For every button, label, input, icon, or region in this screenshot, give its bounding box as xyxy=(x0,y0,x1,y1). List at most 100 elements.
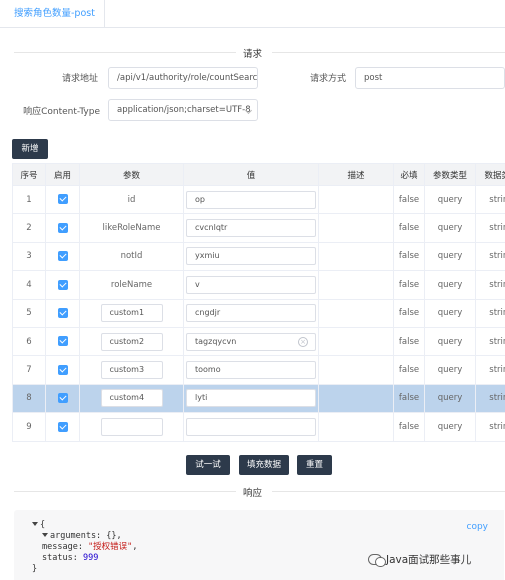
request-title-text: 请求 xyxy=(242,49,262,60)
description-cell xyxy=(318,298,394,328)
header-description: 描述 xyxy=(318,163,394,186)
divider xyxy=(272,52,505,53)
table-row-selected: 8 custom4 lyti false query string xyxy=(12,383,505,414)
method-input[interactable]: post xyxy=(355,67,505,89)
description-cell xyxy=(318,383,394,414)
value-input[interactable]: lyti xyxy=(186,389,316,408)
required-cell: false xyxy=(393,383,425,414)
data-type-cell: string xyxy=(475,298,505,328)
response-panel: copy { arguments: {}, message: "授权错误", s… xyxy=(14,510,504,580)
enabled-checkbox[interactable] xyxy=(57,279,68,290)
param-input[interactable]: custom1 xyxy=(100,304,163,323)
row-index: 9 xyxy=(12,412,46,442)
param-type-cell: query xyxy=(424,241,476,272)
value-input[interactable]: v xyxy=(186,275,316,294)
table-row: 5 custom1 cngdjr false query string xyxy=(12,298,505,328)
url-input[interactable]: /api/v1/authority/role/countSearch xyxy=(108,67,258,89)
tab-bar: 搜索角色数量-post xyxy=(0,0,505,28)
row-index: 8 xyxy=(12,383,46,414)
header-index: 序号 xyxy=(12,163,46,186)
description-cell xyxy=(318,326,394,357)
data-type-cell: string xyxy=(475,270,505,300)
required-cell: false xyxy=(393,355,425,385)
value-input[interactable]: tagzqycvn × xyxy=(186,332,316,351)
try-button[interactable]: 试一试 xyxy=(186,455,230,475)
value-input[interactable]: cngdjr xyxy=(186,304,316,323)
description-cell xyxy=(318,213,394,243)
enabled-checkbox[interactable] xyxy=(57,421,68,432)
param-input[interactable]: custom4 xyxy=(100,389,163,408)
header-data-type: 数据类型 xyxy=(475,163,505,186)
param-input[interactable] xyxy=(100,417,163,436)
value-input[interactable]: yxmiu xyxy=(186,247,316,266)
request-section-title: 请求 xyxy=(0,46,505,60)
enabled-checkbox[interactable] xyxy=(57,251,68,262)
param-type-cell: query xyxy=(424,355,476,385)
value-input[interactable]: toomo xyxy=(186,361,316,380)
clear-icon[interactable]: × xyxy=(298,336,308,347)
row-index: 2 xyxy=(12,213,46,243)
table-header-row: 序号 启用 参数 值 描述 必填 参数类型 数据类型 xyxy=(12,163,505,186)
reset-button[interactable]: 重置 xyxy=(297,455,332,475)
required-cell: false xyxy=(393,298,425,328)
table-row: 9 false query string xyxy=(12,412,505,442)
response-json: { arguments: {}, message: "授权错误", status… xyxy=(32,520,137,575)
data-type-cell: string xyxy=(475,213,505,243)
description-cell xyxy=(318,241,394,272)
enabled-checkbox[interactable] xyxy=(57,308,68,318)
response-section-title: 响应 xyxy=(0,485,505,499)
json-arguments: arguments: {}, xyxy=(50,531,122,541)
row-index: 3 xyxy=(12,241,46,272)
description-cell xyxy=(318,184,394,215)
response-title-text: 响应 xyxy=(242,488,262,499)
required-cell: false xyxy=(393,326,425,357)
table-row: 2 likeRoleName cvcnlqtr false query stri… xyxy=(12,213,505,243)
data-type-cell: string xyxy=(475,412,505,442)
json-open-line: { xyxy=(32,520,137,531)
description-cell xyxy=(318,270,394,300)
description-cell xyxy=(318,355,394,385)
enabled-checkbox[interactable] xyxy=(57,222,68,233)
row-index: 5 xyxy=(12,298,46,328)
header-param: 参数 xyxy=(79,163,184,186)
value-text: tagzqycvn xyxy=(195,336,237,346)
value-input[interactable] xyxy=(186,417,316,436)
value-input[interactable]: cvcnlqtr xyxy=(186,219,316,238)
add-button[interactable]: 新增 xyxy=(12,139,48,159)
row-index: 4 xyxy=(12,270,46,300)
param-type-cell: query xyxy=(424,270,476,300)
divider xyxy=(14,491,236,492)
enabled-checkbox[interactable] xyxy=(57,194,68,205)
header-value: 值 xyxy=(183,163,319,186)
table-row: 3 notId yxmiu false query string xyxy=(12,241,505,272)
param-type-cell: query xyxy=(424,383,476,414)
fill-data-button[interactable]: 填充数据 xyxy=(239,455,289,475)
value-input[interactable]: op xyxy=(186,190,316,209)
collapse-toggle-icon[interactable] xyxy=(32,522,38,526)
data-type-cell: string xyxy=(475,326,505,357)
param-input[interactable]: custom2 xyxy=(100,332,163,351)
table-row: 1 id op false query string xyxy=(12,184,505,215)
enabled-checkbox[interactable] xyxy=(57,364,68,375)
header-required: 必填 xyxy=(393,163,425,186)
content-type-label: 响应Content-Type xyxy=(23,107,100,117)
copy-link[interactable]: copy xyxy=(467,522,489,532)
enabled-checkbox[interactable] xyxy=(57,393,68,404)
enabled-checkbox[interactable] xyxy=(57,336,68,347)
param-name: id xyxy=(79,184,184,215)
row-index: 1 xyxy=(12,184,46,215)
param-input[interactable]: custom3 xyxy=(100,361,163,380)
json-message-value: "授权错误" xyxy=(88,542,133,552)
data-type-cell: string xyxy=(475,355,505,385)
content-type-select[interactable]: application/json;charset=UTF-8 xyxy=(108,99,258,121)
param-type-cell: query xyxy=(424,184,476,215)
json-close-line: } xyxy=(32,564,137,575)
param-name: roleName xyxy=(79,270,184,300)
required-cell: false xyxy=(393,412,425,442)
table-row: 4 roleName v false query string xyxy=(12,270,505,300)
collapse-toggle-icon[interactable] xyxy=(42,533,48,537)
watermark-text: Java面试那些事儿 xyxy=(386,554,472,566)
tab-search-role-count[interactable]: 搜索角色数量-post xyxy=(0,0,105,28)
method-label: 请求方式 xyxy=(309,74,346,84)
param-type-cell: query xyxy=(424,326,476,357)
